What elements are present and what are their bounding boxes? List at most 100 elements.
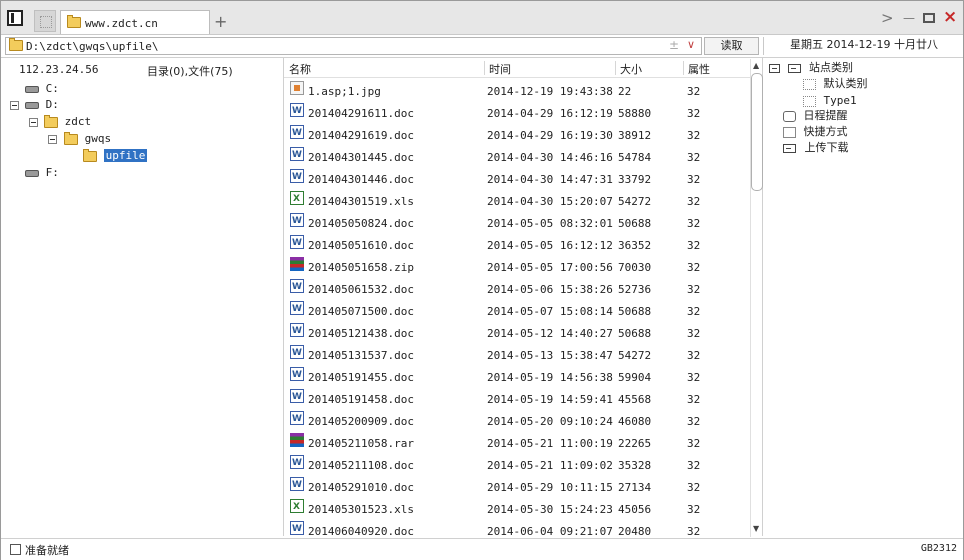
tree-upload-download[interactable]: 上传下载	[783, 140, 849, 156]
column-size[interactable]: 大小	[615, 61, 682, 76]
file-size: 52736	[618, 283, 652, 296]
file-attr: 32	[687, 173, 701, 186]
minimize-button[interactable]: —	[903, 11, 915, 25]
chevron-down-icon[interactable]: ∨	[687, 38, 695, 51]
collapse-icon[interactable]	[48, 135, 57, 144]
tree-schedule[interactable]: 日程提醒	[783, 108, 848, 124]
doc-file-icon	[290, 364, 304, 386]
file-time: 2014-05-13 15:38:47	[487, 349, 613, 362]
file-row[interactable]: 201405200909.doc 2014-05-20 09:10:24 46080…	[284, 408, 750, 433]
file-size: 54272	[618, 195, 652, 208]
tree-site-categories[interactable]: 站点类别	[769, 60, 853, 76]
scroll-down-icon[interactable]: ▼	[753, 524, 759, 533]
file-name: 201405121438.doc	[308, 327, 414, 340]
tab-label: www.zdct.cn	[85, 17, 158, 30]
file-time: 2014-05-21 11:00:19	[487, 437, 613, 450]
file-row[interactable]: 201405291010.doc 2014-05-29 10:11:15 27134…	[284, 474, 750, 499]
status-text: 准备就绪	[25, 544, 69, 557]
file-size: 54272	[618, 349, 652, 362]
file-row[interactable]: 201404291619.doc 2014-04-29 16:19:30 38912…	[284, 122, 750, 147]
tree-drive-d[interactable]: D:	[25, 97, 59, 113]
category-item-icon	[803, 95, 816, 107]
app-window: www.zdct.cn + > — × ± ∨ 读取 星期五 2014-12-1…	[0, 0, 964, 560]
new-tab-button[interactable]: +	[214, 12, 227, 31]
collapse-icon[interactable]	[29, 118, 38, 127]
file-row[interactable]: 201405131537.doc 2014-05-13 15:38:47 54272…	[284, 342, 750, 367]
file-row[interactable]: 201405061532.doc 2014-05-06 15:38:26 52736…	[284, 276, 750, 301]
file-time: 2014-06-04 09:21:07	[487, 525, 613, 537]
file-attr: 32	[687, 481, 701, 494]
file-name: 201404291619.doc	[308, 129, 414, 142]
tree-folder-zdct[interactable]: zdct	[44, 114, 91, 130]
file-size: 45568	[618, 393, 652, 406]
drive-icon	[25, 101, 39, 109]
file-row[interactable]: 201404291611.doc 2014-04-29 16:12:19 58880…	[284, 100, 750, 125]
forward-icon[interactable]: >	[881, 9, 894, 27]
scrollbar-thumb[interactable]	[751, 73, 763, 191]
file-row[interactable]: 201405121438.doc 2014-05-12 14:40:27 50688…	[284, 320, 750, 345]
doc-file-icon	[290, 232, 304, 254]
category-icon	[787, 63, 801, 73]
doc-file-icon	[290, 122, 304, 144]
file-row[interactable]: 201405301523.xls 2014-05-30 15:24:23 45056…	[284, 496, 750, 521]
file-row[interactable]: 201405191458.doc 2014-05-19 14:59:41 45568…	[284, 386, 750, 411]
bookmark-icon[interactable]: ±	[669, 38, 679, 52]
file-row[interactable]: 201405050824.doc 2014-05-05 08:32:01 50688…	[284, 210, 750, 235]
tree-drive-f[interactable]: F:	[25, 165, 59, 181]
file-row[interactable]: 201404301519.xls 2014-04-30 15:20:07 54272…	[284, 188, 750, 213]
doc-file-icon	[290, 276, 304, 298]
tree-type1[interactable]: Type1	[803, 93, 857, 109]
file-size: 50688	[618, 327, 652, 340]
file-row[interactable]: 201405051658.zip 2014-05-05 17:00:56 70030…	[284, 257, 750, 279]
file-row[interactable]: 201405051610.doc 2014-05-05 16:12:12 36352…	[284, 232, 750, 257]
folder-icon	[67, 15, 81, 28]
collapse-icon[interactable]	[769, 63, 780, 73]
file-row[interactable]: 201406040920.doc 2014-06-04 09:21:07 20480…	[284, 518, 750, 537]
read-button[interactable]: 读取	[704, 37, 759, 55]
close-button[interactable]: ×	[943, 7, 957, 27]
tab-zdct[interactable]: www.zdct.cn	[60, 10, 210, 34]
collapse-icon[interactable]	[10, 101, 19, 110]
file-attr: 32	[687, 283, 701, 296]
scroll-up-icon[interactable]: ▲	[753, 61, 759, 70]
doc-file-icon	[290, 408, 304, 430]
folder-icon	[64, 131, 78, 145]
category-item-icon	[803, 78, 816, 90]
tree-folder-upfile[interactable]: upfile	[83, 148, 148, 164]
column-attr[interactable]: 属性	[683, 61, 746, 76]
file-attr: 32	[687, 503, 701, 516]
tree-shortcuts[interactable]: 快捷方式	[783, 124, 848, 140]
status-bar: 准备就绪 GB2312	[1, 538, 963, 560]
file-row[interactable]: 201405211058.rar 2014-05-21 11:00:19 22265…	[284, 433, 750, 455]
file-name: 201405200909.doc	[308, 415, 414, 428]
file-row[interactable]: 201405191455.doc 2014-05-19 14:56:38 59904…	[284, 364, 750, 389]
file-attr: 32	[687, 261, 701, 274]
file-row[interactable]: 201404301446.doc 2014-04-30 14:47:31 33792…	[284, 166, 750, 191]
column-time[interactable]: 时间	[484, 61, 613, 76]
ip-address: 112.23.24.56	[19, 63, 99, 76]
file-attr: 32	[687, 327, 701, 340]
doc-file-icon	[290, 452, 304, 474]
file-attr: 32	[687, 129, 701, 142]
file-size: 58880	[618, 107, 652, 120]
scrollbar[interactable]: ▲ ▼	[750, 59, 763, 537]
sidebar-toggle-icon[interactable]	[7, 10, 23, 26]
blank-tab[interactable]	[34, 10, 56, 32]
file-row[interactable]: 1.asp;1.jpg 2014-12-19 19:43:38 22 32	[284, 81, 750, 103]
path-input[interactable]	[26, 39, 646, 53]
file-row[interactable]: 201405211108.doc 2014-05-21 11:09:02 35328…	[284, 452, 750, 477]
file-attr: 32	[687, 195, 701, 208]
file-size: 50688	[618, 305, 652, 318]
hand-icon	[783, 126, 796, 138]
tree-folder-gwqs[interactable]: gwqs	[64, 131, 111, 147]
file-row[interactable]: 201404301445.doc 2014-04-30 14:46:16 54784…	[284, 144, 750, 169]
tree-drive-c[interactable]: C:	[25, 81, 59, 97]
tree-default-category[interactable]: 默认类别	[803, 76, 868, 92]
file-name: 201405071500.doc	[308, 305, 414, 318]
maximize-button[interactable]	[923, 13, 935, 23]
column-name[interactable]: 名称	[285, 61, 485, 76]
doc-file-icon	[290, 474, 304, 496]
status-checkbox[interactable]	[10, 544, 21, 555]
file-row[interactable]: 201405071500.doc 2014-05-07 15:08:14 50688…	[284, 298, 750, 323]
file-name: 201405301523.xls	[308, 503, 414, 516]
